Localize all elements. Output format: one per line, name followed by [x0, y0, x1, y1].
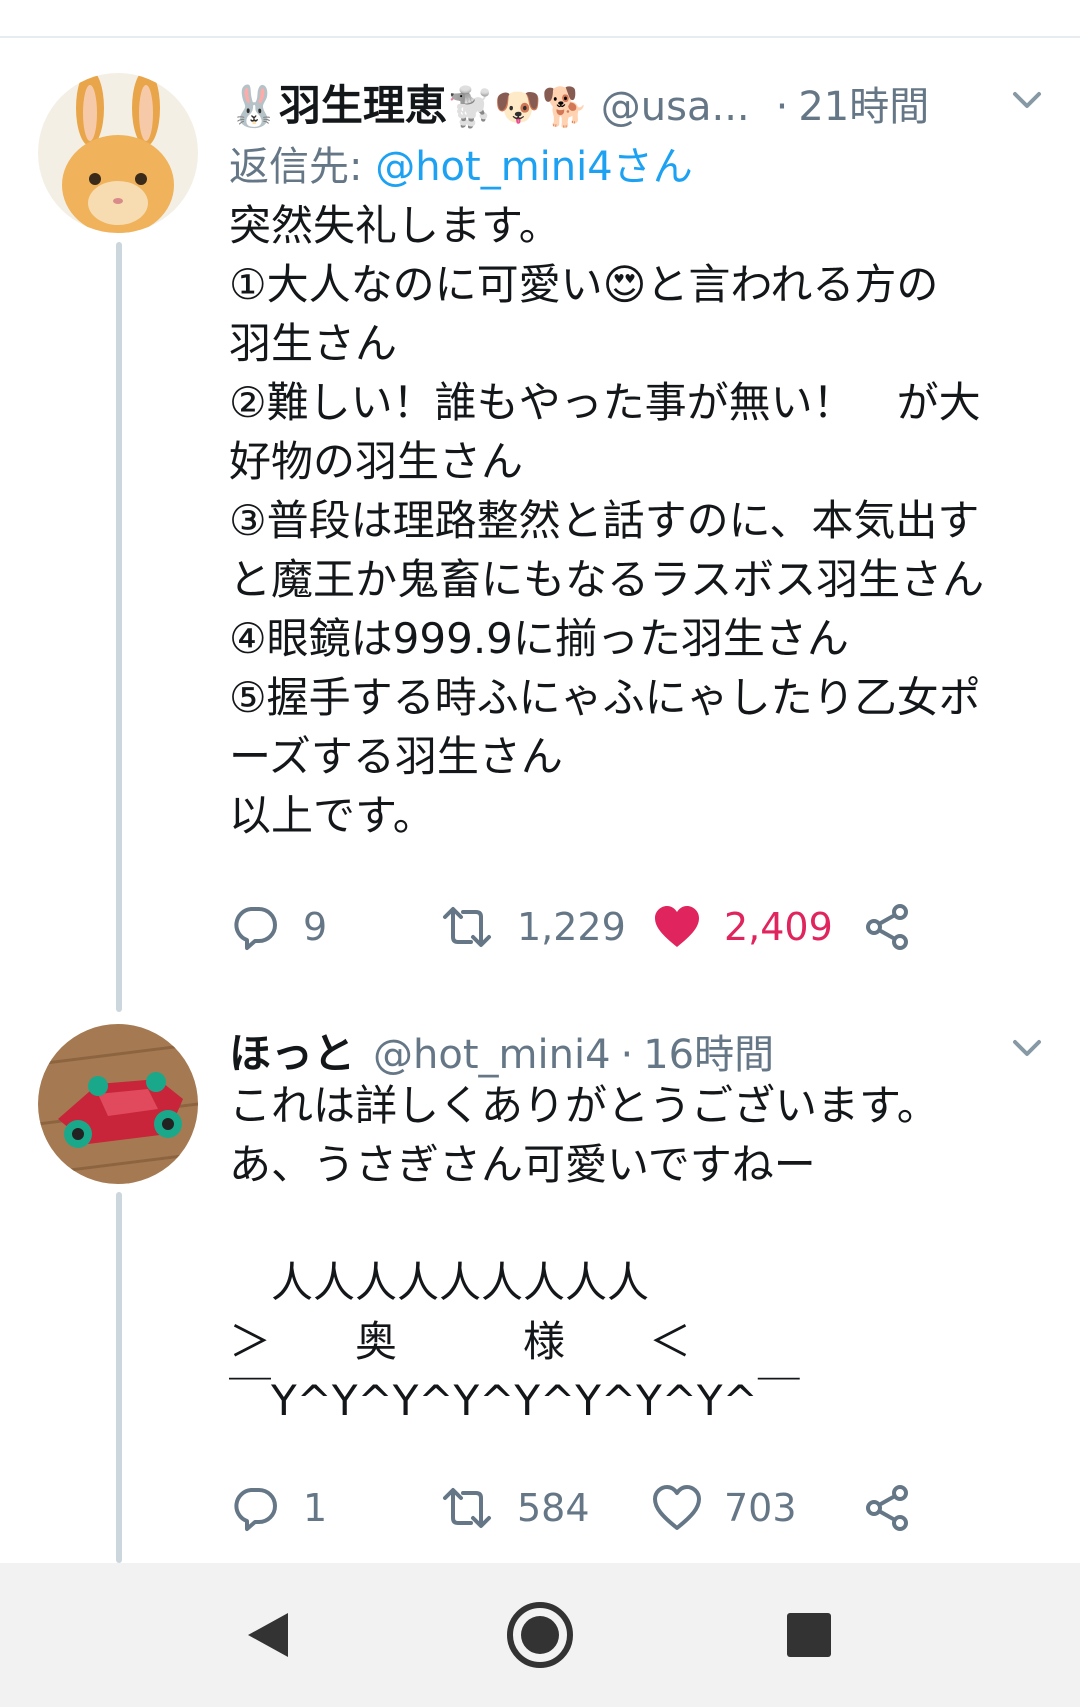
reply-count: 1: [303, 1486, 328, 1530]
recents-icon[interactable]: [779, 1605, 839, 1665]
like-count: 703: [724, 1486, 797, 1530]
timestamp[interactable]: 21時間: [798, 74, 929, 132]
display-name[interactable]: 羽生理恵: [279, 72, 447, 133]
retweet-button[interactable]: 1,229: [439, 901, 652, 953]
reply-icon: [234, 1488, 277, 1531]
thread-line: [116, 242, 122, 1012]
avatar-minicar[interactable]: [38, 1024, 198, 1184]
share-icon: [866, 1485, 908, 1531]
name-emoji-dogs: 🐩🐶🐕: [446, 85, 589, 129]
retweet-icon: [443, 1488, 491, 1528]
user-handle[interactable]: @usa...: [601, 84, 750, 130]
separator-dot: ·: [620, 1032, 634, 1078]
retweet-button[interactable]: 584: [439, 1482, 652, 1534]
avatar-rabbit[interactable]: [38, 73, 198, 233]
chevron-down-icon[interactable]: [1005, 1026, 1049, 1070]
separator-dot: ·: [775, 84, 789, 130]
like-count: 2,409: [724, 905, 833, 949]
reply-button[interactable]: 1: [229, 1482, 439, 1534]
chevron-down-icon[interactable]: [1005, 78, 1049, 122]
retweet-count: 1,229: [517, 905, 626, 949]
share-button[interactable]: [862, 902, 912, 952]
reply-prefix: 返信先:: [229, 144, 363, 190]
timestamp[interactable]: 16時間: [643, 1022, 774, 1080]
reply-to: 返信先: @hot_mini4さん: [229, 134, 693, 192]
tweet-header: 🐰 羽生理恵 🐩🐶🐕 @usa... · 21時間: [229, 72, 929, 133]
back-icon[interactable]: [240, 1605, 300, 1665]
top-divider: [0, 0, 1080, 38]
retweet-icon: [443, 907, 491, 947]
reply-icon: [234, 907, 277, 950]
like-button[interactable]: 703: [652, 1484, 862, 1532]
name-emoji-rabbit: 🐰: [229, 84, 279, 130]
reply-count: 9: [303, 905, 328, 949]
share-icon: [866, 904, 908, 950]
retweet-count: 584: [517, 1486, 590, 1530]
tweet-text: 突然失礼します。 ①大人なのに可愛い😍と言われる方の 羽生さん ②難しい！誰もや…: [229, 201, 985, 840]
heart-icon: [653, 1485, 701, 1530]
reply-mention-link[interactable]: @hot_mini4さん: [375, 144, 693, 190]
share-button[interactable]: [862, 1483, 912, 1533]
tweet-header: ほっと @hot_mini4 · 16時間: [229, 1020, 774, 1081]
system-nav-bar: [0, 1563, 1080, 1707]
thread-line: [116, 1192, 122, 1563]
display-name[interactable]: ほっと: [229, 1020, 355, 1081]
heart-icon: [655, 906, 699, 947]
tweet-text: これは詳しくありがとうございます。 あ、うさぎさん可愛いですねー 人人人人人人人…: [229, 1081, 939, 1425]
tweet-actions: 1 584 703: [229, 1478, 912, 1538]
user-handle[interactable]: @hot_mini4: [373, 1032, 611, 1078]
reply-button[interactable]: 9: [229, 901, 439, 953]
home-icon[interactable]: [502, 1597, 578, 1673]
like-button[interactable]: 2,409: [652, 903, 862, 951]
tweet-actions: 9 1,229 2,409: [229, 897, 912, 957]
